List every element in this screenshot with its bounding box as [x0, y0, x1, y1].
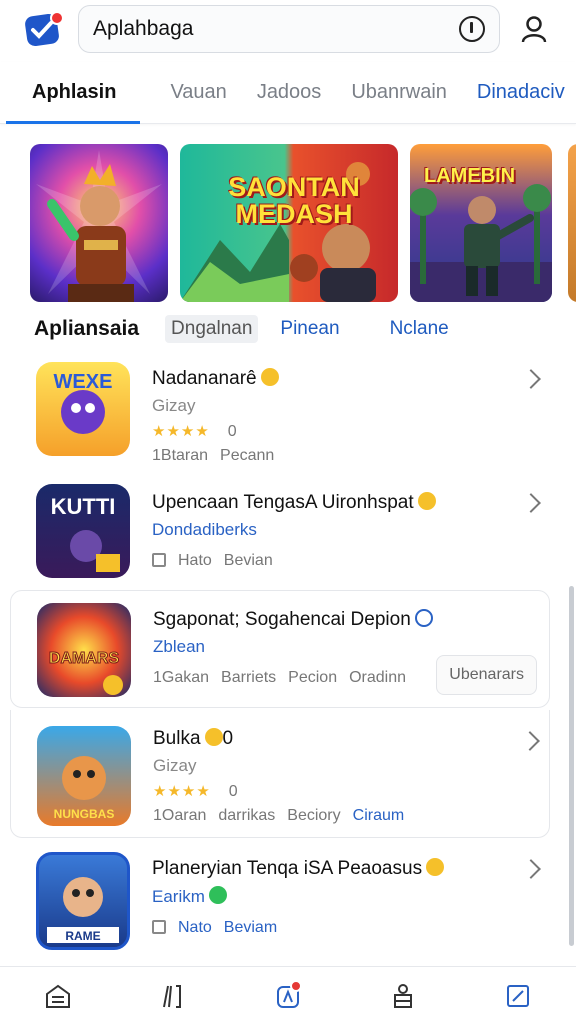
app-icon-label: WEXE	[54, 371, 113, 393]
app-meta: 1Gakan Barriets Pecion Oradinn	[153, 669, 407, 686]
emoji-icon	[426, 858, 445, 876]
app-icon-label: KUTTI	[51, 494, 116, 519]
app-info: Bulka 0 Gizay ★★★★ 0 1Oaran darrikas Beciory…	[153, 728, 416, 825]
featured-banner[interactable]: SAONTAN MEDASH	[180, 144, 398, 302]
chevron-right-icon[interactable]	[521, 493, 541, 513]
app-list-item[interactable]: WEXE Nadananarê Gizay ★★★★ 0 1Btaran Pecan…	[0, 362, 550, 465]
star-icons: ★★★★	[152, 423, 210, 440]
app-rating: ★★★★ 0	[152, 423, 237, 440]
app-developer: Gizay	[153, 756, 197, 775]
emoji-icon	[414, 609, 433, 627]
app-info: Planeryian Tenqa iSA Peaoasus Earikm Nat…	[152, 858, 445, 937]
filter-chip[interactable]: Nclane	[390, 318, 449, 340]
app-name: Sgaponat; Sogahencai Depion	[153, 609, 433, 631]
tab-jadoos[interactable]: Jadoos	[257, 62, 322, 124]
profile-icon[interactable]	[510, 5, 558, 53]
app-icon: KUTTI	[36, 484, 130, 578]
app-icon-label: DAMARS	[49, 650, 120, 667]
app-info: Nadananarê Gizay ★★★★ 0 1Btaran Pecann	[152, 368, 286, 465]
app-list-card[interactable]: NUNGBAS Bulka 0 Gizay ★★★★ 0 1Oaran darrika…	[10, 710, 550, 838]
app-info: Sgaponat; Sogahencai Depion Zblean 1Gaka…	[153, 609, 433, 687]
app-rating: ★★★★ 0	[153, 783, 238, 800]
emoji-icon	[417, 492, 436, 510]
edit-icon[interactable]	[498, 976, 538, 1016]
app-meta: Nato Beviam	[152, 919, 444, 937]
tab-dinadaciv[interactable]: Dinadaciv	[477, 62, 565, 124]
app-icon: RAME	[36, 852, 130, 950]
featured-banner[interactable]	[30, 144, 168, 302]
app-developer: Gizay	[152, 396, 196, 415]
tab-vauan[interactable]: Vauan	[170, 62, 226, 124]
banner-title: SAONTAN MEDASH	[228, 172, 360, 229]
app-icon-label: NUNGBAS	[54, 807, 115, 821]
app-list-item[interactable]: KUTTI Upencaan TengasA Uironhspat Dondad…	[0, 484, 550, 584]
app-icon-label: RAME	[65, 929, 100, 943]
chevron-right-icon[interactable]	[521, 369, 541, 389]
emoji-icon	[208, 886, 227, 904]
filter-chip[interactable]: Dngalnan	[165, 315, 259, 343]
app-meta: 1Btaran Pecann	[152, 447, 275, 464]
app-developer: Zblean	[153, 637, 205, 656]
top-bar: Aplahbaga	[0, 0, 576, 58]
bottom-navigation	[0, 966, 576, 1024]
banner-title: LAMEBIN	[424, 165, 516, 187]
app-logo-icon[interactable]	[24, 9, 64, 49]
category-tabs: Aphlasin Vauan Jadoos Ubanrwain Dinadaci…	[0, 62, 576, 124]
filter-chip[interactable]: Pinean	[280, 318, 339, 340]
app-name: Upencaan TengasA Uironhspat	[152, 492, 436, 514]
pin-icon	[152, 553, 166, 567]
apps-icon[interactable]	[153, 976, 193, 1016]
info-icon[interactable]	[459, 16, 485, 42]
scrollbar[interactable]	[569, 586, 574, 946]
tab-ubanrwain[interactable]: Ubanrwain	[351, 62, 447, 124]
app-list-item[interactable]: RAME Planeryian Tenqa iSA Peaoasus Earik…	[0, 852, 550, 952]
emoji-icon	[260, 368, 279, 386]
home-icon[interactable]	[38, 976, 78, 1016]
app-name: Bulka 0	[153, 728, 234, 749]
app-developer: Earikm	[152, 886, 444, 907]
app-icon: DAMARS	[37, 603, 131, 697]
app-meta: 1Oaran darrikas Beciory Ciraum	[153, 807, 405, 824]
emoji-icon	[204, 728, 223, 746]
featured-carousel: SAONTAN MEDASH LAMEBIN	[30, 144, 576, 302]
app-meta: Hato Bevian	[152, 552, 436, 570]
pin-icon	[152, 920, 166, 934]
tab-aphlasin[interactable]: Aphlasin	[0, 62, 141, 124]
app-developer: Dondadiberks	[152, 520, 257, 539]
star-icons: ★★★★	[153, 783, 211, 800]
app-info: Upencaan TengasA Uironhspat Dondadiberks…	[152, 492, 436, 570]
featured-banner-partial[interactable]	[568, 144, 576, 302]
section-header: Apliansaia Dngalnan Pinean Nclane	[34, 312, 576, 346]
app-list-card[interactable]: DAMARS Sgaponat; Sogahencai Depion Zblea…	[10, 590, 550, 708]
section-title: Apliansaia	[34, 317, 140, 340]
app-name: Planeryian Tenqa iSA Peaoasus	[152, 858, 445, 880]
chevron-right-icon[interactable]	[520, 731, 540, 751]
account-icon[interactable]	[383, 976, 423, 1016]
notification-badge	[289, 979, 302, 992]
featured-banner[interactable]: LAMEBIN	[410, 144, 552, 302]
app-name: Nadananarê	[152, 368, 286, 390]
install-button[interactable]: Ubenarars	[436, 655, 537, 695]
chevron-right-icon[interactable]	[521, 859, 541, 879]
app-icon: WEXE	[36, 362, 130, 456]
search-input[interactable]: Aplahbaga	[93, 17, 459, 41]
app-icon: NUNGBAS	[37, 726, 131, 826]
notifications-icon[interactable]	[268, 976, 308, 1016]
notification-dot	[50, 11, 64, 25]
search-bar[interactable]: Aplahbaga	[78, 5, 500, 53]
